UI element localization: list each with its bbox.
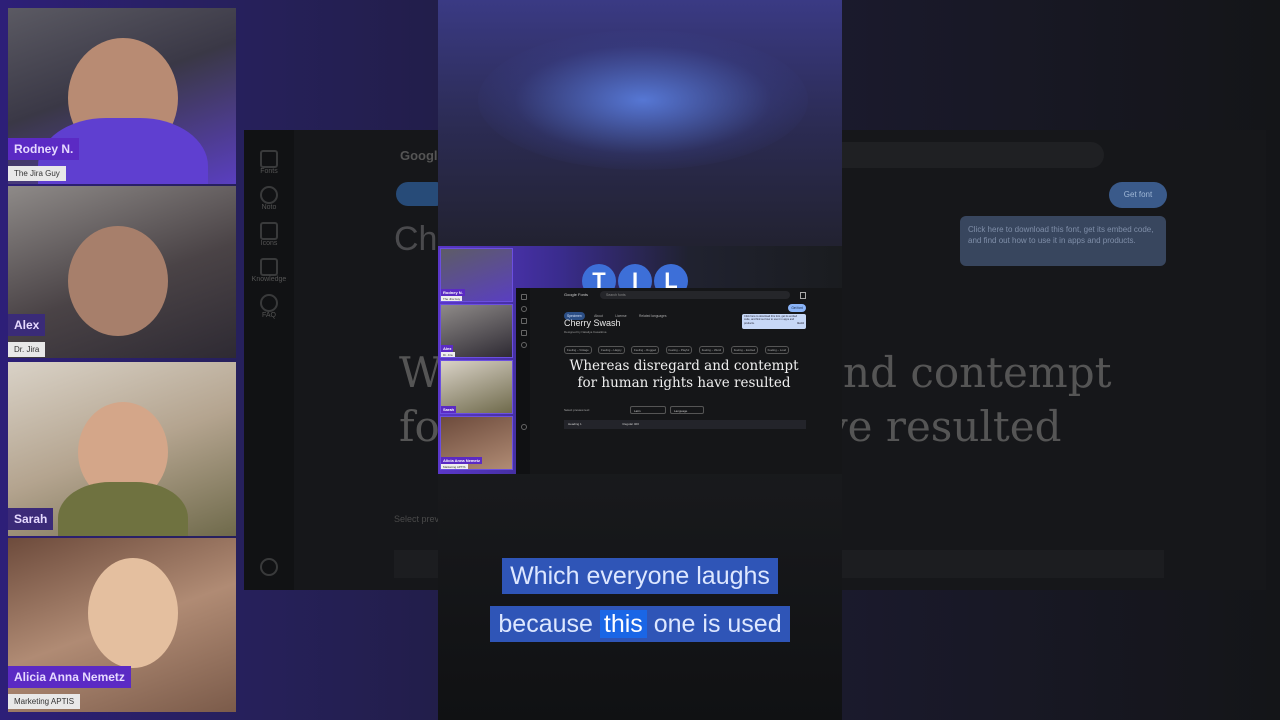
caption-word: because <box>498 610 593 638</box>
font-title: Cherry Swash <box>564 318 621 328</box>
mini-name: Alicia Anna Nemetz <box>441 457 482 464</box>
feeling-chip[interactable]: Feeling – Playful <box>665 346 693 354</box>
shopping-bag-icon[interactable] <box>800 292 806 299</box>
google-fonts-logo[interactable]: Google Fonts <box>564 292 588 297</box>
get-font-button[interactable]: Get font <box>788 304 806 312</box>
sidebar-label: Noto <box>261 204 277 211</box>
faq-icon <box>260 294 278 312</box>
caption-word: one is used <box>653 610 782 638</box>
select-preview-label: Select preview text: <box>564 408 591 412</box>
mini-name: Alex <box>441 345 454 352</box>
participant-tile-sarah: Sarah <box>8 362 236 536</box>
feeling-chip[interactable]: Feeling – Weird <box>698 346 725 354</box>
feeling-chip[interactable]: Feeling – Vintage <box>564 346 592 354</box>
caption-line-1: Which everyone laughs <box>0 558 1280 594</box>
get-font-tooltip: Click here to download this font, get it… <box>742 314 806 329</box>
participant-role: Marketing APTIS <box>8 694 81 709</box>
mini-participant-column: Rodney N. The Jira Guy Alex Dr. Jira Sar… <box>440 248 513 472</box>
mini-role: Dr. Jira <box>441 352 455 357</box>
participant-name: Sarah <box>8 508 54 530</box>
mini-tile: Alex Dr. Jira <box>440 304 513 358</box>
noto-icon <box>260 186 278 204</box>
gf-tab-bar: Specimen About License Related languages <box>564 304 672 320</box>
participant-tile-rodney: Rodney N. The Jira Guy <box>8 8 236 184</box>
participant-face <box>68 226 168 336</box>
mini-tile: Sarah <box>440 360 513 414</box>
fonts-icon[interactable] <box>521 294 527 300</box>
icons-icon[interactable] <box>521 318 527 324</box>
tooltip-text: Click here to download this font, get it… <box>744 315 798 325</box>
style-dropdown[interactable]: Heading 1 <box>568 422 582 426</box>
participant-tile-alex: Alex Dr. Jira <box>8 186 236 358</box>
faq-icon[interactable] <box>521 342 527 348</box>
participant-name: Rodney N. <box>8 138 80 160</box>
weight-dropdown[interactable]: Regular 400 <box>623 422 639 426</box>
icons-icon <box>260 222 278 240</box>
feeling-chip[interactable]: Feeling – Rugged <box>631 346 660 354</box>
participant-shirt <box>58 482 188 536</box>
blurred-sidebar: Fonts Noto Icons Knowledge FAQ <box>244 130 294 590</box>
tab-related-languages[interactable]: Related languages <box>636 312 670 320</box>
knowledge-icon[interactable] <box>521 330 527 336</box>
feeling-chips: Feeling – Vintage Feeling – Happy Feelin… <box>564 338 791 356</box>
noto-icon[interactable] <box>521 306 527 312</box>
embedded-screenshot: Rodney N. The Jira Guy Alex Dr. Jira Sar… <box>438 246 842 474</box>
gf-sidebar <box>516 288 530 474</box>
google-fonts-window: Google Fonts Search fonts Specimen About… <box>516 288 842 474</box>
participant-role: The Jira Guy <box>8 166 66 181</box>
caption-highlight-word: this <box>599 610 647 638</box>
search-input[interactable]: Search fonts <box>600 291 790 299</box>
feeling-chip[interactable]: Feeling – Excited <box>730 346 759 354</box>
caption-text: because this one is used <box>490 606 790 642</box>
caption-text: Which everyone laughs <box>502 558 778 594</box>
mini-name: Sarah <box>441 406 457 413</box>
fonts-icon <box>260 150 278 168</box>
channel-logo-glow <box>478 30 808 170</box>
mini-name: Rodney N. <box>441 289 465 296</box>
participant-name: Alicia Anna Nemetz <box>8 666 131 688</box>
theme-toggle-icon[interactable] <box>521 424 527 430</box>
tooltip-got-it[interactable]: Got it <box>797 322 804 325</box>
participant-role: Dr. Jira <box>8 342 46 357</box>
participant-name: Alex <box>8 314 46 336</box>
sidebar-label: Fonts <box>260 168 278 175</box>
font-sample-text[interactable]: Whereas disregard and contempt for human… <box>564 358 804 392</box>
mini-role: Marketing APTIS <box>441 464 468 469</box>
feeling-chip[interactable]: Feeling – Happy <box>598 346 625 354</box>
blurred-tooltip: Click here to download this font, get it… <box>960 216 1166 266</box>
mini-tile: Alicia Anna Nemetz Marketing APTIS <box>440 416 513 470</box>
feeling-chip[interactable]: Feeling – Loud <box>764 346 790 354</box>
mini-role: The Jira Guy <box>441 296 463 301</box>
sidebar-label: FAQ <box>261 312 276 319</box>
blurred-get-font: Get font <box>1109 182 1167 208</box>
sidebar-label: Knowledge <box>251 276 287 283</box>
preview-toolbar: Heading 1 Regular 400 <box>564 420 806 429</box>
script-dropdown[interactable]: Latin <box>630 406 666 414</box>
language-dropdown[interactable]: Language <box>670 406 704 414</box>
sidebar-label: Icons <box>260 240 278 247</box>
caption-line-2: because this one is used <box>0 606 1280 642</box>
mini-tile: Rodney N. The Jira Guy <box>440 248 513 302</box>
font-designer: Designed by Nataliya Kasatkina <box>564 330 607 334</box>
knowledge-icon <box>260 258 278 276</box>
